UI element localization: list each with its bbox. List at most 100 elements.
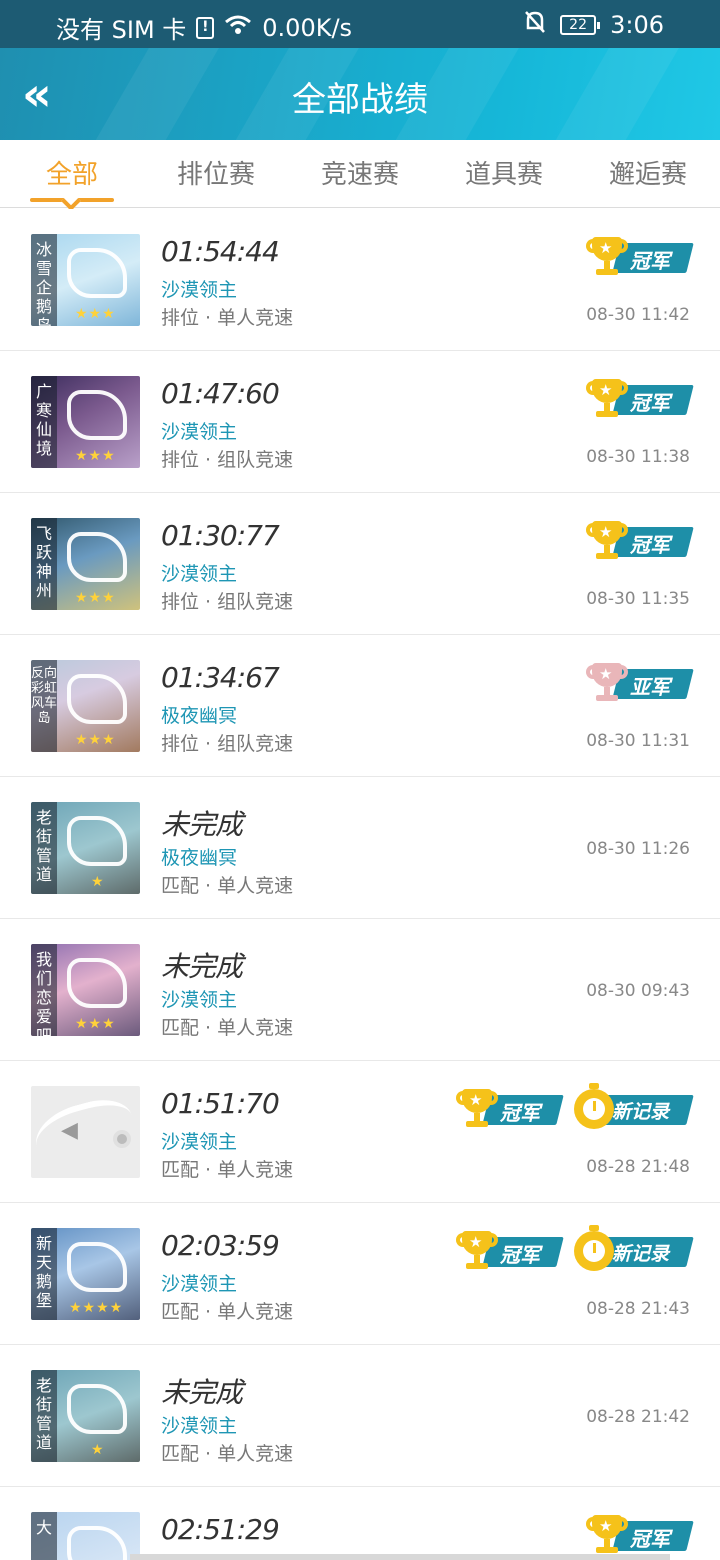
tab-speed[interactable]: 竞速赛: [300, 154, 420, 191]
champion-badge: 冠军 ★: [456, 1087, 564, 1129]
badge-label: 冠军: [630, 391, 670, 415]
race-time: 未完成: [161, 950, 243, 983]
race-date: 08-28 21:42: [586, 1407, 690, 1427]
track-thumbnail: 我们恋爱吧 ★★★: [31, 944, 140, 1036]
track-outline-icon: [67, 958, 127, 1008]
track-thumbnail: 冰雪企鹅岛 ★★★: [31, 234, 140, 326]
list-item[interactable]: 我们恋爱吧 ★★★ 未完成 沙漠领主 匹配 · 单人竞速 08-30 09:43: [0, 919, 720, 1061]
track-thumbnail: 广寒仙境 ★★★: [31, 376, 140, 468]
track-outline-icon: [67, 532, 127, 582]
track-outline-icon: [67, 248, 127, 298]
battery-icon: 22: [560, 15, 601, 35]
track-outline-icon: [67, 816, 127, 866]
list-item[interactable]: ◀ 01:51:70 沙漠领主 匹配 · 单人竞速 冠军 ★ 新记录 08-28…: [0, 1061, 720, 1203]
badge-label: 冠军: [630, 533, 670, 557]
map-thumbnail: ◀: [31, 1086, 140, 1178]
race-time: 01:47:60: [161, 377, 280, 410]
difficulty-stars: ★★★: [75, 448, 116, 464]
track-thumbnail: 反向彩虹风车岛 ★★★: [31, 660, 140, 752]
race-time: 未完成: [161, 1376, 243, 1409]
race-mode: 排位 · 组队竞速: [161, 591, 294, 613]
record-list: 冰雪企鹅岛 ★★★ 01:54:44 沙漠领主 排位 · 单人竞速 冠军 ★ 0…: [0, 209, 720, 1560]
track-outline-icon: [67, 1242, 127, 1292]
race-mode: 匹配 · 单人竞速: [161, 1443, 294, 1465]
track-name: 飞跃神州: [31, 518, 57, 610]
race-date: 08-30 11:42: [586, 305, 690, 325]
status-right: 22 3:06: [524, 10, 664, 40]
race-date: 08-30 11:35: [586, 589, 690, 609]
kart-name: 沙漠领主: [161, 279, 238, 301]
track-name: 我们恋爱吧: [31, 944, 57, 1036]
race-time: 02:03:59: [161, 1229, 280, 1262]
track-name: 大: [31, 1512, 57, 1560]
list-item[interactable]: 冰雪企鹅岛 ★★★ 01:54:44 沙漠领主 排位 · 单人竞速 冠军 ★ 0…: [0, 209, 720, 351]
race-time: 01:51:70: [161, 1087, 280, 1120]
track-name: 老街管道: [31, 1370, 57, 1462]
list-item[interactable]: 飞跃神州 ★★★ 01:30:77 沙漠领主 排位 · 组队竞速 冠军 ★ 08…: [0, 493, 720, 635]
race-time: 未完成: [161, 808, 243, 841]
badge-label: 新记录: [612, 1101, 670, 1123]
tab-all[interactable]: 全部: [12, 154, 132, 191]
track-thumbnail: 大: [31, 1512, 140, 1560]
champion-badge: 冠军 ★: [586, 235, 694, 277]
network-speed: 0.00K/s: [262, 13, 353, 42]
list-item[interactable]: 反向彩虹风车岛 ★★★ 01:34:67 极夜幽冥 排位 · 组队竞速 亚军 ★…: [0, 635, 720, 777]
badge-label: 新记录: [612, 1243, 670, 1265]
kart-name: 沙漠领主: [161, 1131, 238, 1153]
difficulty-stars: ★★★★: [69, 1300, 124, 1316]
badge-label: 冠军: [630, 249, 670, 273]
race-mode: 排位 · 单人竞速: [161, 307, 294, 329]
race-mode: 匹配 · 单人竞速: [161, 1159, 294, 1181]
list-item[interactable]: 老街管道 ★ 未完成 极夜幽冥 匹配 · 单人竞速 08-30 11:26: [0, 777, 720, 919]
mute-bell-icon: [524, 10, 546, 40]
race-date: 08-30 11:31: [586, 731, 690, 751]
champion-badge: 冠军 ★: [586, 519, 694, 561]
tab-ranked[interactable]: 排位赛: [156, 154, 276, 191]
track-outline-icon: [67, 1526, 127, 1560]
location-dot-icon: [113, 1130, 131, 1148]
race-time: 01:30:77: [161, 519, 280, 552]
race-date: 08-30 11:38: [586, 447, 690, 467]
tab-encounter[interactable]: 邂逅赛: [588, 154, 708, 191]
list-item[interactable]: 老街管道 ★ 未完成 沙漠领主 匹配 · 单人竞速 08-28 21:42: [0, 1345, 720, 1487]
list-item[interactable]: 广寒仙境 ★★★ 01:47:60 沙漠领主 排位 · 组队竞速 冠军 ★ 08…: [0, 351, 720, 493]
kart-name: 沙漠领主: [161, 989, 238, 1011]
track-thumbnail: 新天鹅堡 ★★★★: [31, 1228, 140, 1320]
champion-badge: 冠军 ★: [586, 377, 694, 419]
badge-label: 亚军: [630, 675, 670, 699]
difficulty-stars: ★★★: [75, 1016, 116, 1032]
kart-name: 极夜幽冥: [161, 705, 238, 727]
track-thumbnail: 飞跃神州 ★★★: [31, 518, 140, 610]
kart-name: 极夜幽冥: [161, 847, 238, 869]
race-mode: 匹配 · 单人竞速: [161, 1301, 294, 1323]
stopwatch-icon: [574, 1083, 614, 1129]
sim-alert-icon: !: [196, 16, 215, 39]
scroll-indicator: [130, 1554, 670, 1560]
race-date: 08-28 21:43: [586, 1299, 690, 1319]
trophy-icon: ★: [456, 1229, 498, 1271]
race-mode: 排位 · 组队竞速: [161, 733, 294, 755]
kart-name: 沙漠领主: [161, 1273, 238, 1295]
track-name: 新天鹅堡: [31, 1228, 57, 1320]
kart-name: 沙漠领主: [161, 1415, 238, 1437]
race-date: 08-28 21:48: [586, 1157, 690, 1177]
race-time: 01:54:44: [161, 235, 280, 268]
badge-label: 冠军: [500, 1101, 540, 1125]
tab-item[interactable]: 道具赛: [444, 154, 564, 191]
trophy-icon: ★: [456, 1087, 498, 1129]
new-record-badge: 新记录: [572, 1083, 694, 1129]
difficulty-stars: ★★★: [75, 306, 116, 322]
clock: 3:06: [610, 11, 664, 39]
track-name: 反向彩虹风车岛: [31, 660, 57, 752]
race-time: 01:34:67: [161, 661, 280, 694]
track-outline-icon: [67, 674, 127, 724]
runner-up-badge: 亚军 ★: [586, 661, 694, 703]
difficulty-stars: ★: [91, 874, 105, 890]
list-item[interactable]: 大 02:51:29 冠军 ★: [0, 1487, 720, 1560]
race-date: 08-30 09:43: [586, 981, 690, 1001]
list-item[interactable]: 新天鹅堡 ★★★★ 02:03:59 沙漠领主 匹配 · 单人竞速 冠军 ★ 新…: [0, 1203, 720, 1345]
race-mode: 匹配 · 单人竞速: [161, 1017, 294, 1039]
track-name: 冰雪企鹅岛: [31, 234, 57, 326]
navigation-arrow-icon: ◀: [61, 1118, 78, 1143]
trophy-icon: ★: [586, 519, 628, 561]
